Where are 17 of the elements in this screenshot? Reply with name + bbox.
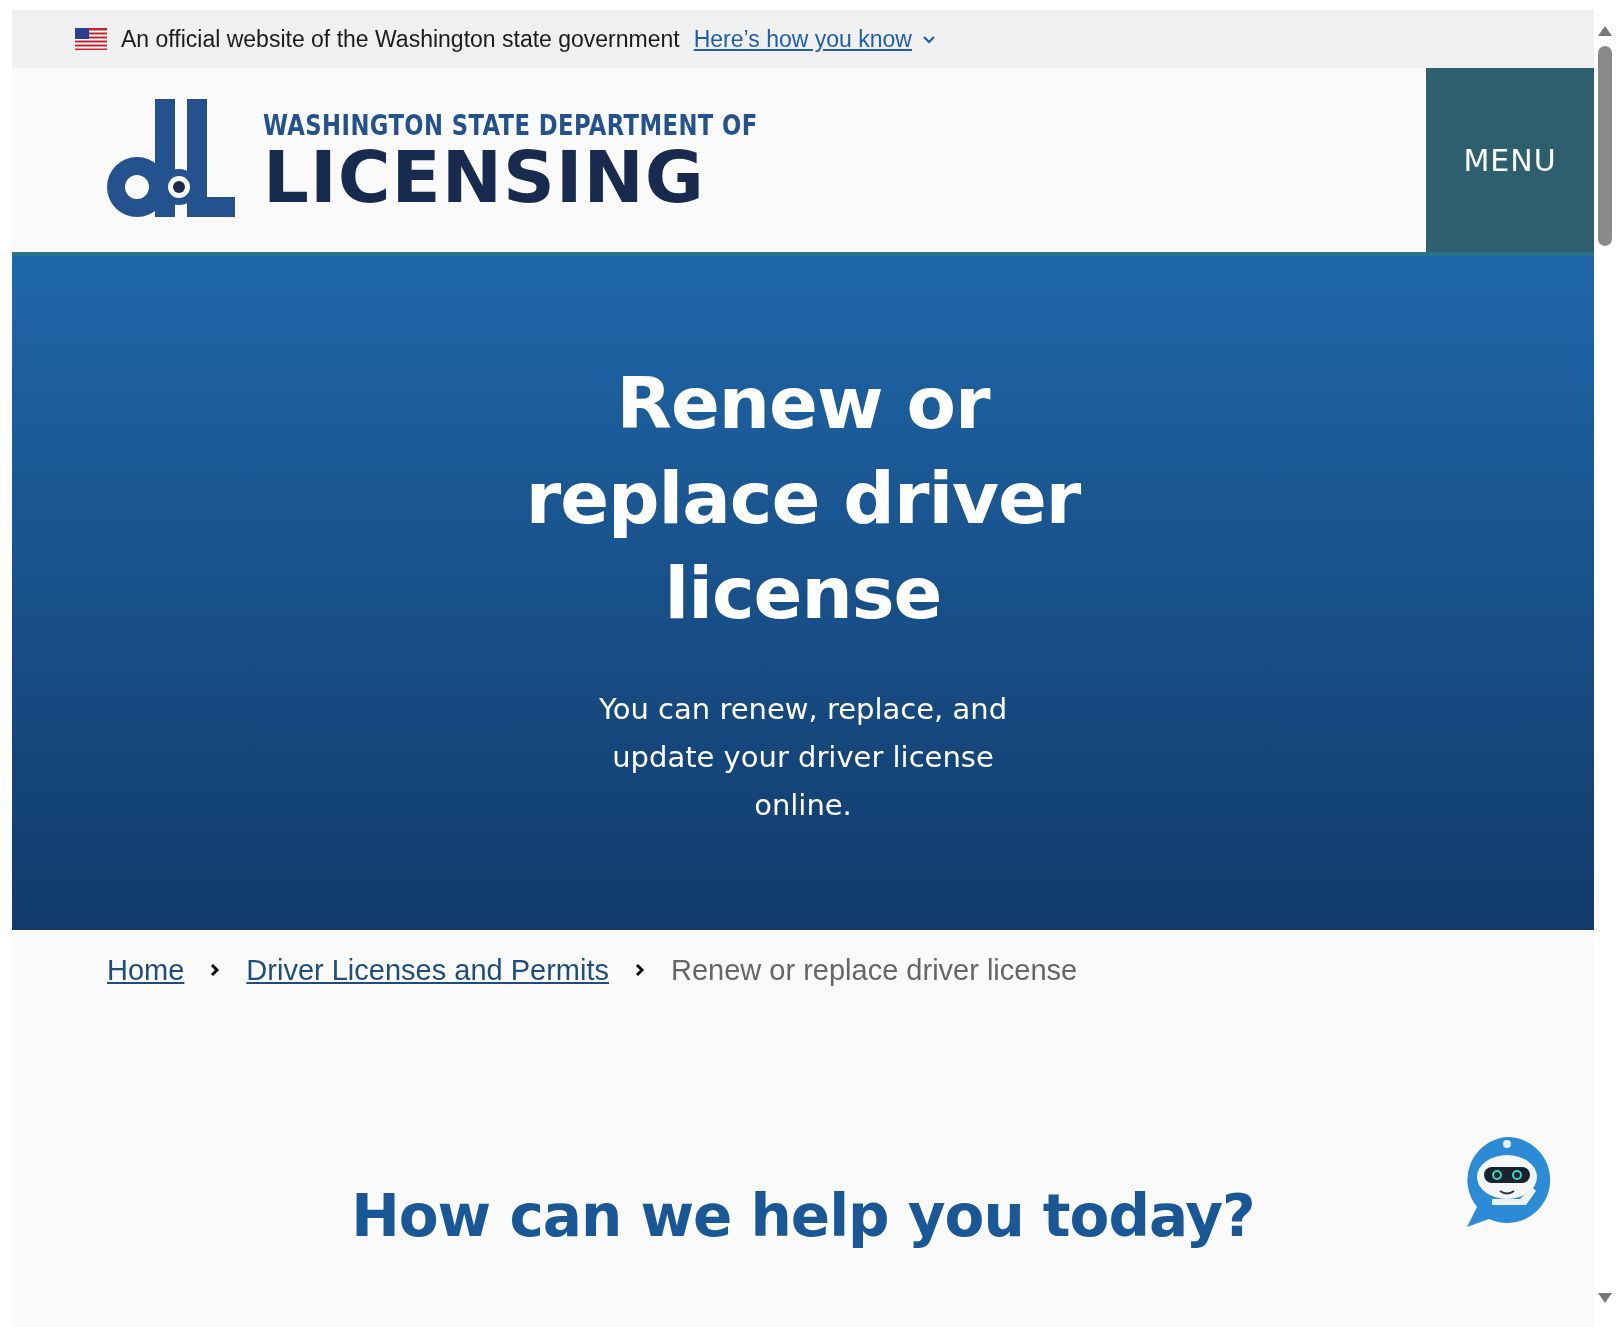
licensing-title: LICENSING xyxy=(263,141,705,212)
breadcrumb-link[interactable]: Home xyxy=(107,953,185,987)
chevron-right-icon xyxy=(635,963,645,977)
scroll-down-icon[interactable] xyxy=(1598,1293,1612,1303)
section-heading: How can we help you today? xyxy=(351,1182,1255,1250)
page-title: Renew or replace driver license xyxy=(524,360,1082,637)
chevron-right-icon xyxy=(210,963,221,977)
us-flag-icon xyxy=(75,28,107,50)
scroll-up-icon[interactable] xyxy=(1598,26,1612,36)
menu-button[interactable]: MENU xyxy=(1426,68,1594,252)
official-website-text: An official website of the Washington state government xyxy=(121,25,680,53)
scrollbar-thumb[interactable] xyxy=(1598,46,1612,246)
breadcrumb-current: Renew or replace driver license xyxy=(671,953,1078,987)
breadcrumb-link[interactable]: Driver Licenses and Permits xyxy=(246,953,609,987)
how-you-know-link[interactable]: Here’s how you know xyxy=(693,25,936,53)
page-intro-text: You can renew, replace, and update your driver license online. xyxy=(597,691,1009,824)
department-title: WASHINGTON STATE DEPARTMENT OF xyxy=(263,108,758,142)
